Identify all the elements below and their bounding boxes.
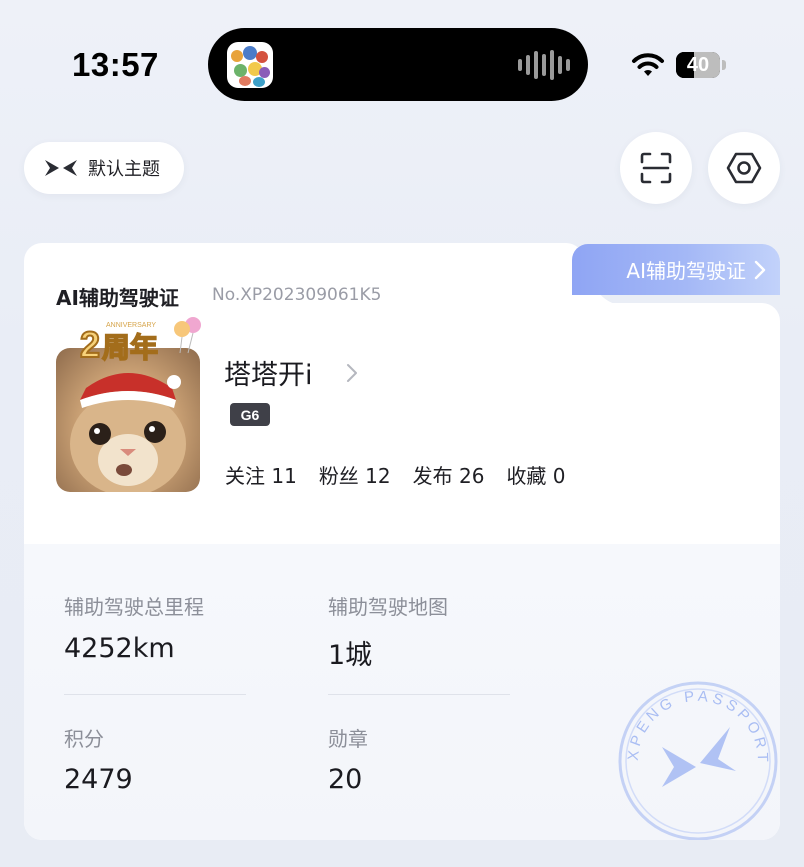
stat-value-points: 2479 [64,764,133,795]
audio-waveform-icon [518,50,570,80]
theme-selector-button[interactable]: 默认主题 [24,142,184,194]
stat-value-medals: 20 [328,764,363,795]
scan-icon [640,152,672,184]
stat-label-points: 积分 [64,727,104,751]
battery-cap [722,60,726,70]
ai-license-badge-label: AI辅助驾驶证 [626,259,746,283]
stat-divider [64,694,246,695]
svg-text:XPENG PASSPORT: XPENG PASSPORT [625,688,771,766]
counter-posts[interactable]: 发布 26 [413,460,485,489]
anniversary-frame-icon: 2 周年 ANNIVERSARY [79,317,201,366]
anniversary-number: 2 [80,324,100,365]
anniversary-word: 周年 [102,331,158,364]
driving-license-card: AI辅助驾驶证 AI辅助驾驶证 No.XP202309061K5 2 周年 AN… [24,243,780,840]
stat-divider [328,694,510,695]
stat-label-medals: 勋章 [328,727,368,751]
xpeng-logo-icon [45,160,77,176]
stat-label-map: 辅助驾驶地图 [328,595,448,619]
car-model-badge: G6 [230,403,270,426]
settings-icon [726,152,762,184]
status-time: 13:57 [72,46,159,83]
settings-button[interactable] [708,132,780,204]
username-link[interactable]: 塔塔开i [224,353,313,392]
wifi-icon [632,53,664,76]
counter-following[interactable]: 关注 11 [225,460,297,489]
profile-counters: 关注 11 粉丝 12 发布 26 收藏 0 [225,460,566,489]
stat-label-mileage: 辅助驾驶总里程 [64,595,204,619]
stamp-text: XPENG PASSPORT [625,688,767,766]
battery-level: 40 [686,53,710,76]
battery-icon: 40 [676,52,720,78]
scan-button[interactable] [620,132,692,204]
dynamic-island[interactable] [208,28,588,101]
card-title: AI辅助驾驶证 [56,286,179,310]
chevron-right-icon [347,364,357,382]
ai-license-badge-button[interactable]: AI辅助驾驶证 [572,244,780,295]
counter-favorites[interactable]: 收藏 0 [506,460,565,489]
chevron-right-icon [754,260,766,279]
anniversary-small: ANNIVERSARY [106,322,156,329]
counter-followers[interactable]: 粉丝 12 [319,460,391,489]
xpeng-passport-stamp-icon: XPENG PASSPORT [618,681,778,840]
license-number: No.XP202309061K5 [212,285,382,305]
stat-value-mileage: 4252km [64,633,175,664]
live-activity-app-icon[interactable] [227,42,273,88]
theme-label: 默认主题 [88,159,160,180]
stat-value-map: 1城 [328,640,373,671]
